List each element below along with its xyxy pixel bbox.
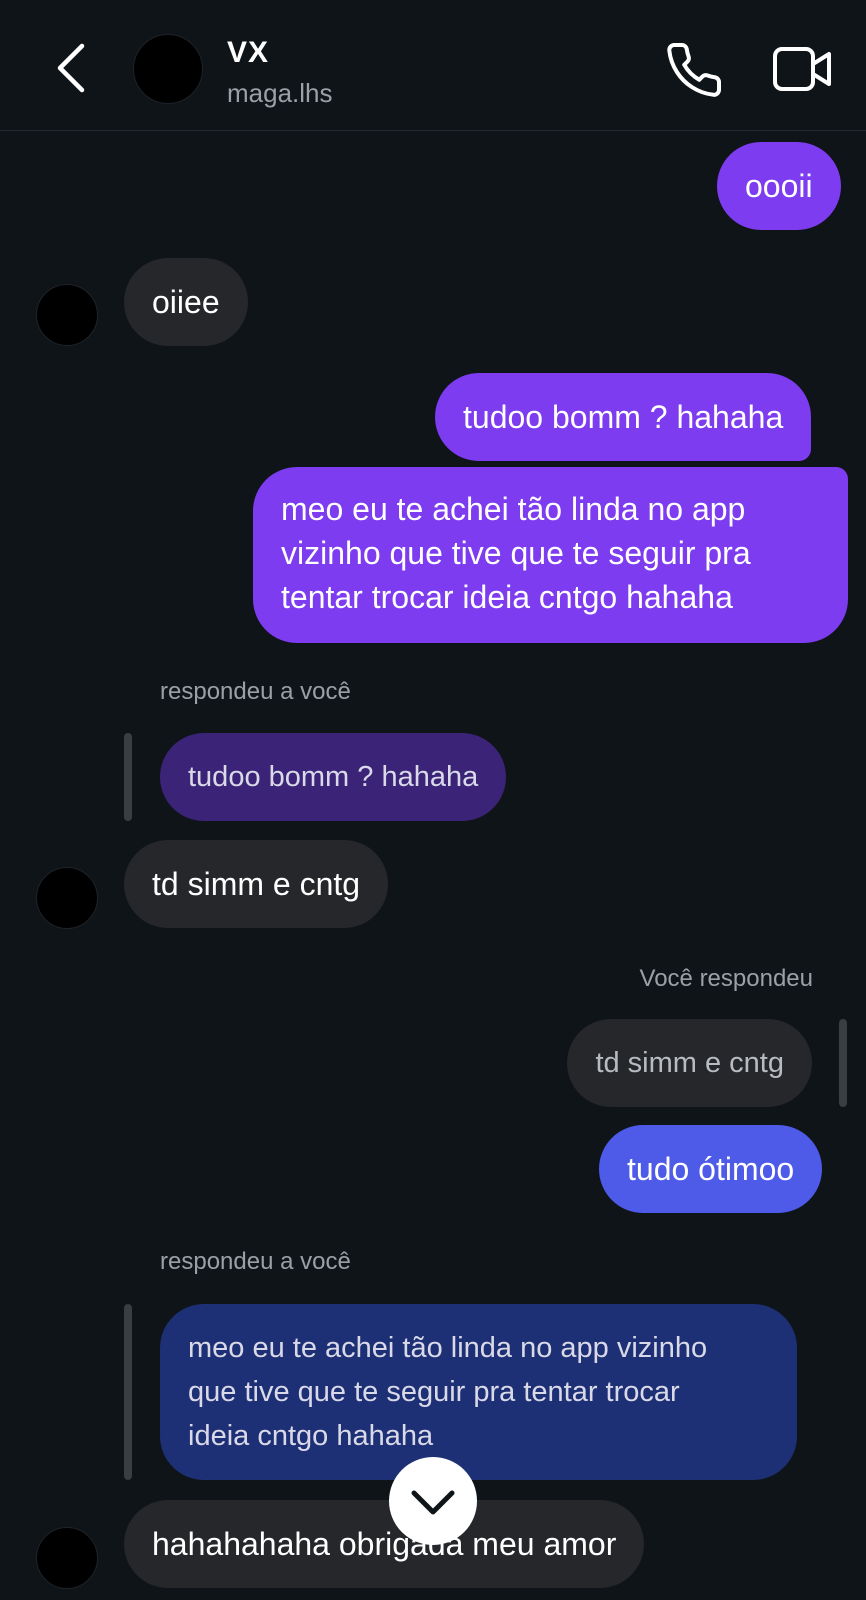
- chat-header: VX maga.lhs: [0, 0, 866, 131]
- sender-avatar[interactable]: [36, 867, 98, 929]
- call-button[interactable]: [664, 40, 724, 100]
- video-camera-icon: [773, 47, 831, 91]
- message-line: vizinho que tive que te seguir pra: [281, 535, 751, 571]
- reply-label: respondeu a você: [160, 1248, 351, 1275]
- message-line: tentar trocar ideia cntgo hahaha: [281, 579, 733, 615]
- sent-message[interactable]: tudoo bomm ? hahaha: [435, 373, 812, 461]
- sent-message[interactable]: oooii: [717, 142, 841, 230]
- sent-message[interactable]: tudo ótimoo: [599, 1125, 823, 1213]
- message-line: meo eu te achei tão linda no app vizinho: [188, 1332, 708, 1364]
- contact-name[interactable]: VX: [227, 36, 269, 70]
- contact-avatar[interactable]: [133, 34, 203, 104]
- reply-indicator-bar: [124, 1304, 132, 1480]
- video-call-button[interactable]: [772, 44, 834, 94]
- sender-avatar[interactable]: [36, 1527, 98, 1589]
- contact-username[interactable]: maga.lhs: [227, 78, 333, 109]
- chevron-left-icon: [57, 43, 85, 93]
- phone-icon: [667, 43, 722, 97]
- reply-indicator-bar: [839, 1019, 847, 1107]
- reply-indicator-bar: [124, 733, 132, 821]
- back-button[interactable]: [52, 42, 92, 94]
- quoted-message[interactable]: td simm e cntg: [567, 1019, 812, 1107]
- reply-label: Você respondeu: [639, 965, 813, 992]
- quoted-message[interactable]: meo eu te achei tão linda no app vizinho…: [160, 1304, 797, 1480]
- chevron-down-icon: [411, 1490, 455, 1515]
- message-line: que tive que te seguir pra tentar trocar: [188, 1376, 680, 1408]
- scroll-to-bottom-button[interactable]: [389, 1457, 477, 1545]
- received-message[interactable]: oiiee: [124, 258, 248, 346]
- reply-label: respondeu a você: [160, 678, 351, 705]
- message-line: ideia cntgo hahaha: [188, 1420, 434, 1452]
- received-message[interactable]: hahahahaha obrigada meu amor: [124, 1500, 645, 1588]
- received-message[interactable]: td simm e cntg: [124, 840, 389, 928]
- message-line: meo eu te achei tão linda no app: [281, 491, 746, 527]
- quoted-message[interactable]: tudoo bomm ? hahaha: [160, 733, 507, 821]
- sent-message[interactable]: meo eu te achei tão linda no app vizinho…: [253, 467, 848, 643]
- sender-avatar[interactable]: [36, 284, 98, 346]
